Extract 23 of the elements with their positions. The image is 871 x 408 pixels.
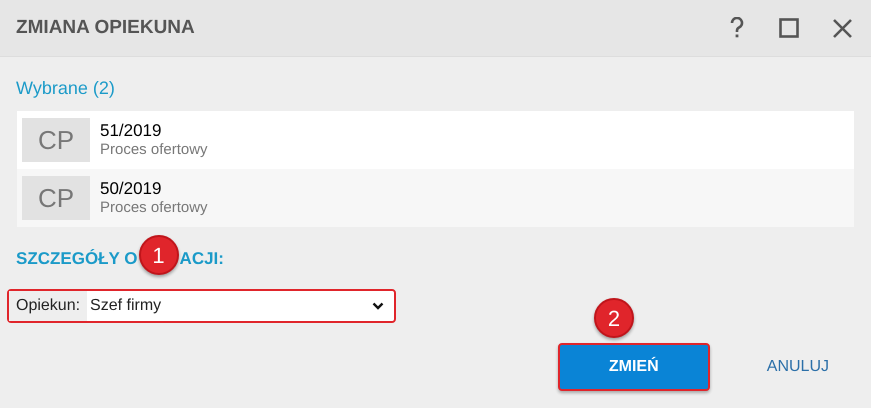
maximize-icon[interactable] [779,18,799,38]
list-item[interactable]: CP 51/2019 Proces ofertowy [17,111,854,169]
step-marker: 2 [594,298,634,338]
type-badge: CP [22,176,90,220]
change-button[interactable]: ZMIEŃ [558,343,710,391]
item-subtitle: Proces ofertowy [100,199,208,218]
section-heading: SZCZEGÓŁY O [16,248,138,270]
owner-select[interactable]: Opiekun: Szef firmy [7,289,396,323]
list-item[interactable]: CP 50/2019 Proces ofertowy [17,169,854,227]
help-icon[interactable] [729,17,745,39]
type-badge: CP [22,118,90,162]
owner-value: Szef firmy [89,296,162,316]
close-icon[interactable] [833,18,852,38]
item-number: 51/2019 [100,120,162,142]
cancel-button[interactable]: ANULUJ [764,343,831,391]
window-title: ZMIANA OPIEKUNA [16,16,196,40]
section-heading: ACJI: [180,248,224,270]
item-subtitle: Proces ofertowy [100,141,208,160]
owner-label: Opiekun: [9,291,88,321]
item-number: 50/2019 [100,178,162,200]
selected-header: Wybrane (2) [16,78,115,98]
chevron-down-icon [372,302,384,310]
step-marker: 1 [138,235,179,275]
